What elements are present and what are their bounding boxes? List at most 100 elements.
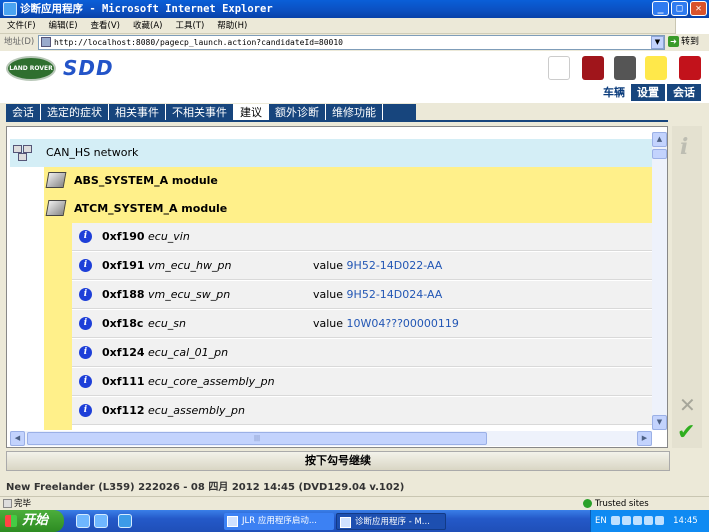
notes-icon[interactable] bbox=[645, 56, 667, 80]
menu-bar: 文件(F) 编辑(E) 查看(V) 收藏(A) 工具(T) 帮助(H) bbox=[0, 18, 709, 34]
vci-icon[interactable] bbox=[582, 56, 604, 80]
param-row[interactable]: i 0xf191 vm_ecu_hw_pn value 9H52-14D022-… bbox=[72, 252, 652, 280]
menu-edit[interactable]: 编辑(E) bbox=[49, 18, 78, 34]
param-id: 0xf190 bbox=[102, 230, 145, 243]
scroll-down-icon[interactable]: ▼ bbox=[652, 415, 667, 430]
cancel-x-icon[interactable]: ✕ bbox=[679, 393, 696, 417]
task-diagnostic-app[interactable]: 诊断应用程序 - M... bbox=[336, 513, 446, 530]
info-icon[interactable]: i bbox=[79, 259, 92, 272]
param-value: 10W04???00000119 bbox=[346, 317, 459, 330]
module-icon bbox=[45, 172, 67, 188]
info-icon[interactable]: i bbox=[79, 230, 92, 243]
go-arrow-icon: ➜ bbox=[668, 36, 679, 47]
tab-unrelated-events[interactable]: 不相关事件 bbox=[166, 104, 234, 121]
scroll-right-icon[interactable]: ▶ bbox=[637, 431, 652, 446]
tray-tool-icon[interactable] bbox=[644, 516, 654, 525]
module-row[interactable]: ATCM_SYSTEM_A module bbox=[44, 195, 652, 223]
scroll-up-icon[interactable]: ▲ bbox=[652, 132, 667, 147]
info-icon[interactable]: i bbox=[79, 317, 92, 330]
network-tree: CAN_HS network ABS_SYSTEM_A module ATCM_… bbox=[10, 132, 652, 430]
network-row[interactable]: CAN_HS network bbox=[10, 139, 652, 167]
window-title-bar: 诊断应用程序 - Microsoft Internet Explorer _ □… bbox=[0, 0, 709, 18]
address-label: 地址(D) bbox=[4, 37, 35, 47]
menu-view[interactable]: 查看(V) bbox=[91, 18, 120, 34]
tab-vehicle[interactable]: 车辆 bbox=[597, 84, 631, 101]
status-bar: 完毕 Trusted sites bbox=[0, 496, 709, 510]
tray-wireless-icon[interactable] bbox=[633, 516, 643, 525]
tab-extra-diagnostics[interactable]: 额外诊断 bbox=[269, 104, 326, 121]
minimize-button[interactable]: _ bbox=[652, 1, 669, 16]
param-row[interactable]: i 0xf190 ecu_vin bbox=[72, 223, 652, 251]
param-name: vm_ecu_hw_pn bbox=[148, 259, 232, 272]
scroll-left-icon[interactable]: ◀ bbox=[10, 431, 25, 446]
go-button[interactable]: ➜ 转到 bbox=[668, 35, 708, 50]
quicklaunch-ie2-icon[interactable] bbox=[94, 514, 108, 528]
info-icon[interactable]: i bbox=[79, 375, 92, 388]
tray-volume-icon[interactable] bbox=[655, 516, 665, 525]
param-name: vm_ecu_sw_pn bbox=[148, 288, 231, 301]
printer-icon[interactable] bbox=[614, 56, 636, 80]
system-tray: EN 14:45 bbox=[590, 510, 709, 532]
windows-logo-icon bbox=[675, 18, 709, 34]
info-icon[interactable]: i bbox=[79, 404, 92, 417]
nav-divider bbox=[6, 120, 668, 122]
module-label: ATCM_SYSTEM_A module bbox=[74, 202, 228, 215]
param-row[interactable]: i 0xf18c ecu_sn value 10W04???00000119 bbox=[72, 310, 652, 338]
param-id: 0xf18c bbox=[102, 317, 144, 330]
param-id: 0xf112 bbox=[102, 404, 145, 417]
menu-tools[interactable]: 工具(T) bbox=[175, 18, 204, 34]
address-input[interactable]: http://localhost:8080/pagecp_launch.acti… bbox=[38, 35, 665, 50]
module-row[interactable]: ABS_SYSTEM_A module bbox=[44, 167, 652, 195]
param-row[interactable]: i 0xf124 ecu_cal_01_pn bbox=[72, 339, 652, 367]
go-label: 转到 bbox=[681, 37, 700, 47]
param-value: 9H52-14D024-AA bbox=[346, 288, 443, 301]
task-jlr-launcher[interactable]: JLR 应用程序启动... bbox=[224, 513, 334, 530]
quicklaunch-desktop-icon[interactable] bbox=[118, 514, 132, 528]
maximize-button[interactable]: □ bbox=[671, 1, 688, 16]
exit-icon[interactable] bbox=[679, 56, 701, 80]
menu-favorites[interactable]: 收藏(A) bbox=[133, 18, 162, 34]
quicklaunch-ie-icon[interactable] bbox=[76, 514, 90, 528]
close-button[interactable]: ✕ bbox=[690, 1, 707, 16]
connection-icon[interactable] bbox=[548, 56, 570, 80]
trusted-check-icon bbox=[583, 499, 592, 508]
horizontal-scroll-thumb[interactable]: ||| bbox=[27, 432, 487, 445]
param-id: 0xf188 bbox=[102, 288, 145, 301]
param-id: 0xf191 bbox=[102, 259, 145, 272]
task-app-icon bbox=[340, 517, 351, 528]
tray-help-icon[interactable] bbox=[611, 516, 621, 525]
module-icon bbox=[45, 200, 67, 216]
tab-repair-functions[interactable]: 维修功能 bbox=[326, 104, 383, 121]
tab-session[interactable]: 会话 bbox=[667, 84, 701, 101]
top-tabs: 车辆 设置 会话 bbox=[597, 84, 701, 101]
address-dropdown-icon[interactable]: ▼ bbox=[651, 36, 664, 49]
tray-network-icon[interactable] bbox=[622, 516, 632, 525]
windows-flag-icon bbox=[5, 515, 17, 527]
module-indent-bar bbox=[44, 223, 72, 430]
tab-session-nav[interactable]: 会话 bbox=[6, 104, 41, 121]
start-button[interactable]: 开始 bbox=[0, 510, 64, 532]
continue-instruction: 按下勾号继续 bbox=[6, 451, 670, 471]
param-name: ecu_cal_01_pn bbox=[148, 346, 229, 359]
menu-file[interactable]: 文件(F) bbox=[7, 18, 36, 34]
param-row[interactable]: i 0xf111 ecu_core_assembly_pn bbox=[72, 368, 652, 396]
param-row[interactable]: i 0xf188 vm_ecu_sw_pn value 9H52-14D024-… bbox=[72, 281, 652, 309]
task-label: JLR 应用程序启动... bbox=[242, 516, 317, 526]
language-indicator[interactable]: EN bbox=[595, 516, 607, 526]
tab-related-events[interactable]: 相关事件 bbox=[109, 104, 166, 121]
info-icon[interactable]: i bbox=[79, 288, 92, 301]
network-label: CAN_HS network bbox=[46, 146, 139, 159]
task-app-icon bbox=[227, 516, 238, 527]
help-info-icon[interactable]: i bbox=[680, 134, 688, 160]
menu-help[interactable]: 帮助(H) bbox=[217, 18, 247, 34]
info-icon[interactable]: i bbox=[79, 346, 92, 359]
vertical-scrollbar[interactable]: ▲ ▼ bbox=[652, 132, 667, 430]
status-text: 完毕 bbox=[14, 499, 32, 509]
tab-settings[interactable]: 设置 bbox=[631, 84, 665, 101]
param-name: ecu_assembly_pn bbox=[148, 404, 245, 417]
tab-recommendations[interactable]: 建议 bbox=[234, 104, 269, 121]
scroll-thumb[interactable] bbox=[652, 149, 667, 159]
continue-check-icon[interactable]: ✔ bbox=[677, 420, 695, 445]
param-row[interactable]: i 0xf112 ecu_assembly_pn bbox=[72, 397, 652, 425]
tab-selected-symptoms[interactable]: 选定的症状 bbox=[41, 104, 109, 121]
